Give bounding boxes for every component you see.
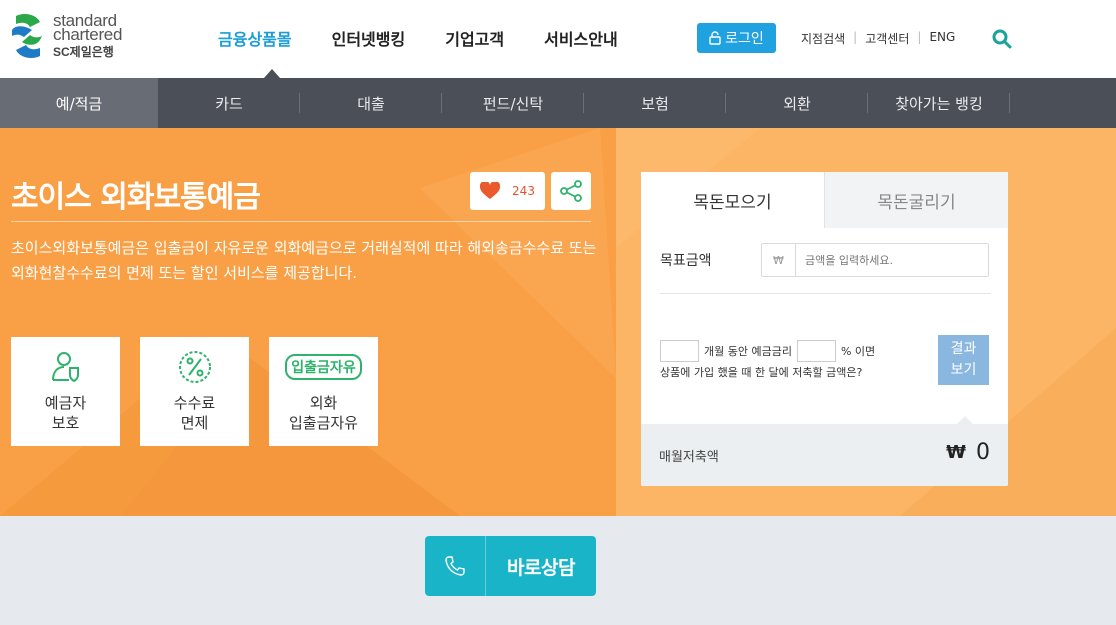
depositor-protection-icon (51, 352, 79, 383)
months-input[interactable] (660, 340, 699, 362)
lnb-item-fx[interactable]: 외환 (726, 78, 868, 128)
like-button[interactable]: 243 (470, 172, 545, 210)
goal-amount-label: 목표금액 (660, 253, 712, 269)
product-category-nav: 예/적금 카드 대출 펀드/신탁 보험 외환 찾아가는 뱅킹 (0, 78, 1116, 128)
share-button[interactable] (551, 172, 591, 210)
logo-wordmark: standard chartered SC제일은행 (53, 12, 123, 59)
consult-label: 바로상담 (507, 556, 575, 579)
standard-chartered-logo[interactable]: standard chartered SC제일은행 (10, 10, 150, 66)
lnb-item-visiting-banking[interactable]: 찾아가는 뱅킹 (868, 78, 1010, 128)
lnb-item-deposit[interactable]: 예/적금 (0, 78, 158, 128)
rate-text: % 이면 (840, 345, 876, 358)
consult-bar: 바로상담 (0, 516, 1116, 625)
interest-rate-input[interactable] (796, 340, 836, 362)
monthly-saving-amount: ₩ 0 (946, 440, 990, 465)
question-line-2: 상품에 가입 했을 때 한 달에 저축할 금액은? (660, 364, 862, 380)
gnb-item-internet-banking[interactable]: 인터넷뱅킹 (332, 26, 406, 50)
won-currency-icon: ₩ (762, 244, 796, 276)
feature-card-depositor-protection: 예금자 보호 (11, 337, 120, 446)
util-english[interactable]: ENG (929, 30, 955, 47)
login-button[interactable]: 로그인 (697, 23, 776, 53)
util-customer-center[interactable]: 고객센터 (865, 30, 909, 47)
calculator-divider (660, 293, 991, 294)
product-title: 초이스 외화보통예금 (11, 180, 261, 215)
percent-badge-icon (178, 351, 211, 383)
utility-links: 지점검색 | 고객센터 | ENG (801, 30, 955, 47)
savings-calculator: 목돈모으기 목돈굴리기 목표금액 ₩ 개월 동안 예금금리 % 이면 상품에 가… (641, 172, 1008, 486)
months-text: 개월 동안 예금금리 (704, 345, 792, 358)
site-header: standard chartered SC제일은행 금융상품몰 인터넷뱅킹 기업… (0, 0, 1116, 78)
feature-label: 외화 입출금자유 (289, 393, 358, 433)
gnb-item-service[interactable]: 서비스안내 (544, 26, 618, 50)
lnb-item-fund[interactable]: 펀드/신탁 (442, 78, 584, 128)
global-nav: 금융상품몰 인터넷뱅킹 기업고객 서비스안내 (218, 26, 658, 50)
product-description: 초이스외화보통예금은 입출금이 자유로운 외화예금으로 거래실적에 따라 해외송… (11, 239, 597, 282)
lnb-item-card[interactable]: 카드 (158, 78, 300, 128)
feature-label-text: 수수료 면제 (173, 394, 216, 432)
monthly-saving-label: 매월저축액 (659, 450, 719, 465)
search-icon[interactable] (992, 29, 1012, 49)
phone-icon (445, 556, 465, 576)
util-divider: | (853, 30, 858, 44)
question-line-1: 개월 동안 예금금리 % 이면 (660, 340, 875, 362)
title-divider (11, 221, 591, 222)
feature-label: 수수료 면제 (174, 393, 215, 433)
feature-label-text: 외화 입출금자유 (288, 394, 358, 432)
instant-consult-button[interactable]: 바로상담 (425, 536, 596, 596)
lock-icon (709, 31, 721, 45)
login-label: 로그인 (725, 31, 764, 47)
heart-icon (480, 182, 501, 199)
gnb-item-corporate[interactable]: 기업고객 (445, 26, 504, 50)
share-icon (560, 180, 582, 202)
monthly-saving-value: 0 (976, 440, 990, 465)
feature-card-fee-exemption: 수수료 면제 (140, 337, 249, 446)
lnb-item-insurance[interactable]: 보험 (584, 78, 726, 128)
standard-chartered-logo-mark-icon (12, 14, 42, 58)
goal-amount-input[interactable] (805, 253, 975, 267)
tab-lump-sum-saving[interactable]: 목돈모으기 (641, 172, 824, 228)
feature-label: 예금자 보호 (45, 393, 86, 433)
goal-amount-field: ₩ (761, 243, 989, 277)
won-symbol: ₩ (946, 442, 966, 463)
deposit-withdrawal-chip: 입출금자유 (285, 354, 362, 380)
show-result-button[interactable]: 결과 보기 (938, 335, 989, 385)
tab-lump-sum-investing[interactable]: 목돈굴리기 (824, 172, 1008, 228)
logo-line-chartered: chartered (53, 25, 123, 44)
like-count: 243 (512, 184, 535, 198)
active-nav-caret (264, 69, 280, 78)
util-branch-search[interactable]: 지점검색 (801, 30, 845, 47)
lnb-item-loan[interactable]: 대출 (300, 78, 442, 128)
util-divider: | (917, 30, 922, 44)
feature-label-text: 예금자 보호 (44, 394, 87, 432)
gnb-item-products[interactable]: 금융상품몰 (218, 26, 292, 50)
result-button-label: 결과 보기 (950, 341, 977, 378)
product-hero: 초이스 외화보통예금 243 초이스외화보통예금은 입출금이 자유로운 외화예금… (0, 128, 1116, 516)
feature-card-free-deposit-withdrawal: 입출금자유 외화 입출금자유 (269, 337, 378, 446)
logo-line-sc: SC제일은행 (53, 45, 114, 59)
monthly-saving-panel: 매월저축액 ₩ 0 (641, 416, 1008, 486)
consult-phone-section (425, 536, 486, 596)
question-text: 상품에 가입 했을 때 한 달에 저축할 금액은? (660, 366, 863, 379)
